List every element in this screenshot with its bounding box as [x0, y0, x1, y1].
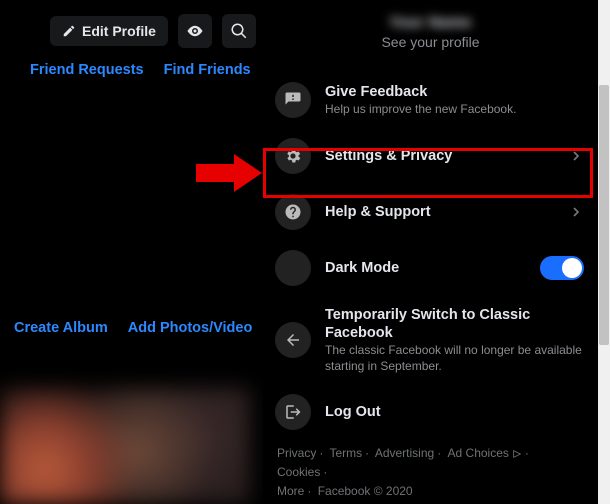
- back-arrow-icon: [275, 322, 311, 358]
- footer-ad-choices[interactable]: Ad Choices: [448, 444, 522, 463]
- pencil-icon: [62, 24, 76, 38]
- help-title: Help & Support: [325, 203, 554, 221]
- account-menu-panel: Your Name See your profile Give Feedback…: [263, 0, 598, 504]
- footer-copyright: Facebook © 2020: [318, 484, 413, 498]
- settings-title: Settings & Privacy: [325, 147, 554, 165]
- scrollbar-thumb[interactable]: [599, 85, 609, 345]
- help-text: Help & Support: [325, 203, 554, 221]
- darkmode-title: Dark Mode: [325, 259, 526, 277]
- page-scrollbar[interactable]: [598, 0, 610, 504]
- feedback-sub: Help us improve the new Facebook.: [325, 102, 584, 118]
- footer-terms[interactable]: Terms: [329, 446, 362, 460]
- classic-text: Temporarily Switch to Classic Facebook T…: [325, 306, 584, 374]
- menu-item-darkmode[interactable]: Dark Mode: [263, 240, 598, 296]
- topbar: Edit Profile: [50, 14, 256, 48]
- settings-text: Settings & Privacy: [325, 147, 554, 165]
- footer-privacy[interactable]: Privacy: [277, 446, 316, 460]
- feedback-icon: [275, 82, 311, 118]
- app-root: Edit Profile Friend Requests Find Friend…: [0, 0, 598, 504]
- friend-requests-link[interactable]: Friend Requests: [30, 62, 144, 78]
- menu-item-help[interactable]: Help & Support: [263, 184, 598, 240]
- footer-links: Privacy· Terms· Advertising· Ad Choices …: [263, 440, 598, 500]
- chevron-right-icon: [568, 204, 584, 220]
- search-icon-button[interactable]: [222, 14, 256, 48]
- eye-icon-button[interactable]: [178, 14, 212, 48]
- logout-icon: [275, 394, 311, 430]
- search-icon: [230, 22, 248, 40]
- darkmode-toggle[interactable]: [540, 256, 584, 280]
- darkmode-text: Dark Mode: [325, 259, 526, 277]
- moon-icon: [275, 250, 311, 286]
- menu-item-classic[interactable]: Temporarily Switch to Classic Facebook T…: [263, 296, 598, 384]
- find-friends-link[interactable]: Find Friends: [164, 62, 251, 78]
- create-album-link[interactable]: Create Album: [14, 320, 108, 336]
- profile-subtitle: See your profile: [263, 34, 598, 50]
- profile-name-blurred: Your Name: [389, 14, 472, 31]
- toggle-knob: [562, 258, 582, 278]
- classic-title: Temporarily Switch to Classic Facebook: [325, 306, 584, 342]
- question-icon: [275, 194, 311, 230]
- menu-item-feedback[interactable]: Give Feedback Help us improve the new Fa…: [263, 72, 598, 128]
- gear-icon: [275, 138, 311, 174]
- profile-header[interactable]: Your Name See your profile: [263, 14, 598, 50]
- edit-profile-button[interactable]: Edit Profile: [50, 16, 168, 46]
- profile-nav: Friend Requests Find Friends: [30, 62, 251, 78]
- menu-item-settings[interactable]: Settings & Privacy: [263, 128, 598, 184]
- classic-sub: The classic Facebook will no longer be a…: [325, 343, 584, 374]
- add-photos-link[interactable]: Add Photos/Video: [128, 320, 253, 336]
- edit-profile-label: Edit Profile: [82, 23, 156, 39]
- footer-more[interactable]: More: [277, 484, 304, 498]
- photo-actions: Create Album Add Photos/Video: [14, 320, 252, 336]
- ad-choices-icon: [512, 449, 522, 459]
- chevron-right-icon: [568, 148, 584, 164]
- photo-thumbnail[interactable]: [0, 388, 250, 504]
- logout-title: Log Out: [325, 403, 584, 421]
- footer-cookies[interactable]: Cookies: [277, 465, 320, 479]
- eye-icon: [186, 22, 204, 40]
- footer-advertising[interactable]: Advertising: [375, 446, 434, 460]
- feedback-title: Give Feedback: [325, 83, 584, 101]
- feedback-text: Give Feedback Help us improve the new Fa…: [325, 83, 584, 118]
- logout-text: Log Out: [325, 403, 584, 421]
- menu-item-logout[interactable]: Log Out: [263, 384, 598, 440]
